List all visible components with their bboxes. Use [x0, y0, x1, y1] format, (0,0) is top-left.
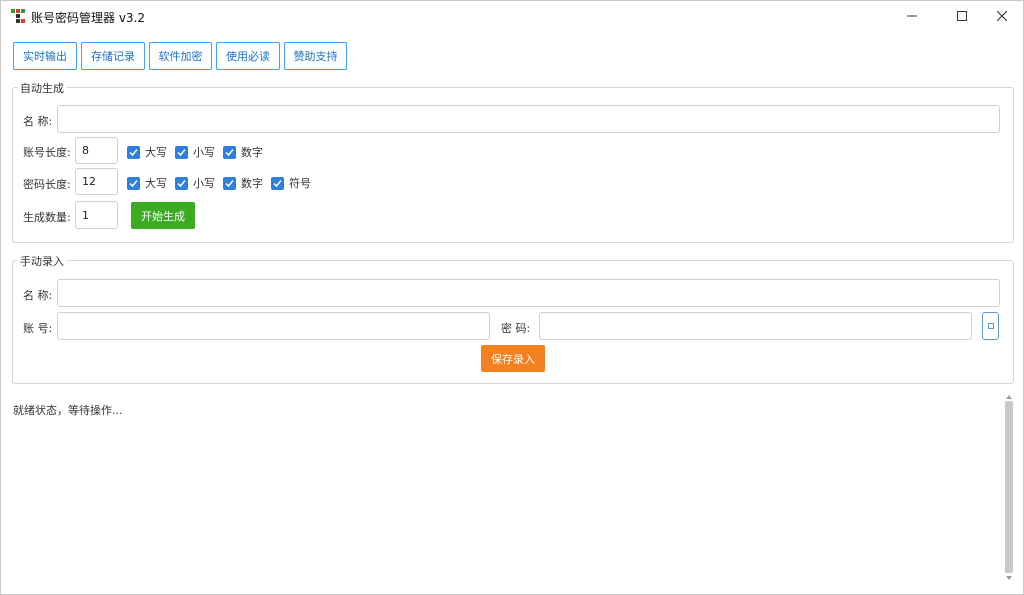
maximize-icon — [957, 11, 967, 21]
account-uppercase-checkbox[interactable]: 大写 — [127, 144, 167, 160]
toggle-password-button[interactable] — [982, 312, 999, 340]
usage-notes-button[interactable]: 使用必读 — [216, 42, 280, 70]
auto-name-label: 名 称: — [23, 115, 53, 128]
account-digits-label: 数字 — [241, 146, 263, 159]
password-symbols-label: 符号 — [289, 177, 311, 190]
small-square-icon — [987, 323, 994, 329]
triangle-up-icon — [1006, 395, 1012, 399]
account-length-label: 账号长度: — [23, 146, 71, 159]
close-icon — [997, 11, 1007, 21]
status-text: 就绪状态，等待操作... — [13, 404, 123, 417]
password-digits-checkbox[interactable]: 数字 — [223, 175, 263, 191]
app-logo-icon — [11, 9, 25, 23]
auto-generate-legend: 自动生成 — [17, 80, 67, 96]
checkbox-checked-icon — [175, 145, 188, 159]
generate-count-input[interactable]: 1 — [75, 201, 118, 229]
checkbox-checked-icon — [271, 176, 284, 190]
storage-records-button[interactable]: 存储记录 — [81, 42, 145, 70]
password-lowercase-label: 小写 — [193, 177, 215, 190]
manual-password-label: 密 码: — [501, 322, 531, 335]
generate-count-label: 生成数量: — [23, 211, 71, 224]
minimize-icon — [907, 15, 917, 17]
start-generate-button[interactable]: 开始生成 — [131, 202, 195, 229]
realtime-output-button[interactable]: 实时输出 — [13, 42, 77, 70]
password-uppercase-label: 大写 — [145, 177, 167, 190]
account-length-input[interactable]: 8 — [75, 137, 118, 164]
account-lowercase-label: 小写 — [193, 146, 215, 159]
minimize-button[interactable] — [889, 1, 935, 31]
app-window: 账号密码管理器 v3.2 实时输出 存储记录 软件加密 使用必读 赞助支持 自动… — [0, 0, 1024, 595]
title-bar[interactable]: 账号密码管理器 v3.2 — [1, 1, 1023, 31]
account-digits-checkbox[interactable]: 数字 — [223, 144, 263, 160]
password-digits-label: 数字 — [241, 177, 263, 190]
checkbox-checked-icon — [223, 145, 236, 159]
checkbox-checked-icon — [223, 176, 236, 190]
scroll-down-arrow[interactable] — [1005, 575, 1013, 581]
checkbox-checked-icon — [127, 176, 140, 190]
manual-entry-legend: 手动录入 — [17, 253, 67, 269]
manual-account-label: 账 号: — [23, 322, 53, 335]
manual-name-input[interactable] — [57, 279, 1000, 307]
password-symbols-checkbox[interactable]: 符号 — [271, 175, 311, 191]
scroll-thumb[interactable] — [1005, 401, 1013, 573]
auto-name-input[interactable] — [57, 105, 1000, 133]
password-lowercase-checkbox[interactable]: 小写 — [175, 175, 215, 191]
password-length-label: 密码长度: — [23, 178, 71, 191]
checkbox-checked-icon — [175, 176, 188, 190]
close-button[interactable] — [979, 1, 1023, 31]
manual-account-input[interactable] — [57, 312, 490, 340]
save-entry-button[interactable]: 保存录入 — [481, 345, 545, 372]
account-uppercase-label: 大写 — [145, 146, 167, 159]
sponsor-support-button[interactable]: 赞助支持 — [284, 42, 347, 70]
window-title: 账号密码管理器 v3.2 — [31, 11, 146, 25]
scroll-up-arrow[interactable] — [1005, 394, 1013, 400]
password-length-input[interactable]: 12 — [75, 168, 118, 195]
manual-name-label: 名 称: — [23, 289, 53, 302]
checkbox-checked-icon — [127, 145, 140, 159]
triangle-down-icon — [1006, 576, 1012, 580]
account-lowercase-checkbox[interactable]: 小写 — [175, 144, 215, 160]
password-uppercase-checkbox[interactable]: 大写 — [127, 175, 167, 191]
software-encrypt-button[interactable]: 软件加密 — [149, 42, 212, 70]
manual-password-input[interactable] — [539, 312, 972, 340]
